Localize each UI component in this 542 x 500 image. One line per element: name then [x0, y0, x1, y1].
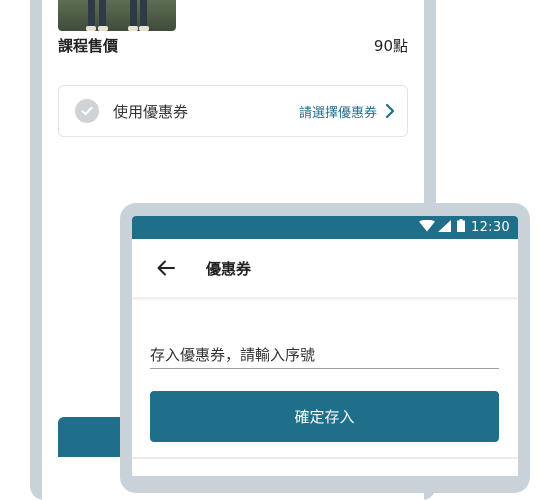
- course-photo: [58, 0, 176, 31]
- use-coupon-label: 使用優惠券: [113, 102, 189, 121]
- app-bar-divider: [132, 297, 518, 300]
- back-arrow-icon[interactable]: [154, 256, 178, 280]
- course-price-label: 課程售價: [58, 36, 119, 55]
- status-time: 12:30: [471, 220, 510, 235]
- foreground-phone-frame: 12:30 優惠券 確定存入: [120, 203, 530, 493]
- wifi-icon: [419, 219, 436, 236]
- select-coupon-link[interactable]: 請選擇優惠券: [299, 102, 395, 121]
- battery-icon: [457, 219, 466, 236]
- chevron-right-icon: [385, 103, 395, 119]
- status-bar: 12:30: [132, 216, 518, 239]
- select-coupon-text: 請選擇優惠券: [298, 105, 377, 121]
- app-bar: 優惠券: [132, 239, 518, 297]
- use-coupon-row[interactable]: 使用優惠券 請選擇優惠券: [58, 85, 408, 137]
- signal-icon: [438, 219, 452, 236]
- purchase-button[interactable]: [58, 417, 128, 457]
- check-icon[interactable]: [75, 99, 99, 123]
- coupon-screen: 12:30 優惠券 確定存入: [132, 216, 518, 476]
- coupon-code-input[interactable]: [150, 341, 499, 369]
- content-divider: [132, 457, 518, 459]
- course-price-row: 課程售價 90點: [58, 33, 408, 57]
- page-title: 優惠券: [206, 259, 252, 278]
- course-price-value: 90點: [373, 36, 408, 55]
- confirm-deposit-button[interactable]: 確定存入: [150, 391, 499, 442]
